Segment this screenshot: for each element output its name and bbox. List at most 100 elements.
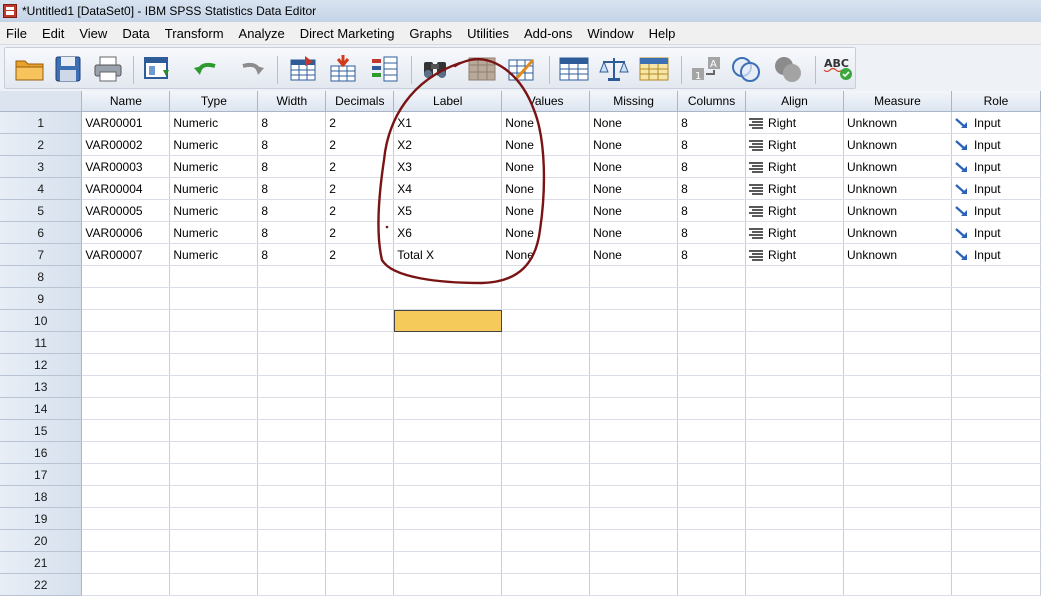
cell-name[interactable] — [81, 287, 171, 310]
cell-type[interactable] — [169, 507, 259, 530]
menu-window[interactable]: Window — [580, 26, 633, 41]
cell-name[interactable] — [81, 463, 171, 486]
column-header-values[interactable]: Values — [501, 91, 591, 112]
cell-measure[interactable] — [843, 573, 952, 596]
cell-align[interactable]: Right — [745, 177, 844, 200]
cell-name[interactable] — [81, 419, 171, 442]
menu-data[interactable]: Data — [115, 26, 149, 41]
cell-missing[interactable] — [589, 551, 679, 574]
cell-role[interactable] — [951, 265, 1041, 288]
cell-name[interactable] — [81, 375, 171, 398]
cell-name[interactable]: VAR00003 — [81, 155, 171, 178]
spss-app-icon[interactable] — [3, 4, 17, 18]
cell-missing[interactable] — [589, 573, 679, 596]
row-header[interactable]: 5 — [0, 199, 83, 222]
insert-cases-icon[interactable] — [465, 54, 499, 84]
redo-icon[interactable] — [233, 54, 267, 84]
cell-missing[interactable] — [589, 397, 679, 420]
cell-missing[interactable] — [589, 309, 679, 332]
cell-align[interactable]: Right — [745, 133, 844, 156]
cell-role[interactable] — [951, 287, 1041, 310]
column-header-missing[interactable]: Missing — [589, 91, 679, 112]
cell-type[interactable]: Numeric — [169, 133, 259, 156]
cell-align[interactable] — [745, 463, 844, 486]
cell-label[interactable] — [393, 287, 503, 310]
recall-dialog-icon[interactable] — [141, 54, 175, 84]
cell-align[interactable] — [745, 353, 844, 376]
open-folder-icon[interactable] — [13, 54, 47, 84]
cell-measure[interactable] — [843, 397, 952, 420]
cell-width[interactable] — [257, 463, 327, 486]
cell-width[interactable] — [257, 507, 327, 530]
menu-help[interactable]: Help — [642, 26, 676, 41]
cell-width[interactable] — [257, 265, 327, 288]
cell-role[interactable] — [951, 529, 1041, 552]
column-header-type[interactable]: Type — [169, 91, 259, 112]
cell-type[interactable] — [169, 375, 259, 398]
cell-width[interactable] — [257, 419, 327, 442]
cell-width[interactable]: 8 — [257, 111, 327, 134]
cell-name[interactable]: VAR00007 — [81, 243, 171, 266]
cell-align[interactable]: Right — [745, 199, 844, 222]
row-header[interactable]: 13 — [0, 375, 83, 398]
cell-label[interactable] — [393, 419, 503, 442]
cell-align[interactable] — [745, 551, 844, 574]
cell-missing[interactable]: None — [589, 155, 679, 178]
cell-role[interactable] — [951, 397, 1041, 420]
cell-align[interactable] — [745, 309, 844, 332]
cell-missing[interactable]: None — [589, 111, 679, 134]
cell-name[interactable] — [81, 573, 171, 596]
cell-type[interactable] — [169, 309, 259, 332]
row-header[interactable]: 3 — [0, 155, 83, 178]
menu-transform[interactable]: Transform — [158, 26, 224, 41]
spell-check-icon[interactable]: ABC — [821, 54, 855, 84]
cell-align[interactable]: Right — [745, 243, 844, 266]
cell-align[interactable] — [745, 265, 844, 288]
cell-measure[interactable]: Unknown — [843, 155, 952, 178]
cell-columns[interactable] — [677, 507, 747, 530]
cell-label[interactable] — [393, 463, 503, 486]
cell-values[interactable] — [501, 353, 591, 376]
cell-columns[interactable] — [677, 375, 747, 398]
cell-role[interactable] — [951, 485, 1041, 508]
undo-icon[interactable] — [191, 54, 225, 84]
cell-missing[interactable] — [589, 375, 679, 398]
cell-columns[interactable] — [677, 441, 747, 464]
cell-label[interactable]: X3 — [393, 155, 503, 178]
cell-label[interactable] — [393, 551, 503, 574]
cell-decimals[interactable]: 2 — [325, 155, 395, 178]
cell-type[interactable] — [169, 551, 259, 574]
cell-name[interactable]: VAR00001 — [81, 111, 171, 134]
find-icon[interactable] — [419, 54, 453, 84]
cell-measure[interactable]: Unknown — [843, 133, 952, 156]
cell-columns[interactable]: 8 — [677, 133, 747, 156]
cell-type[interactable] — [169, 265, 259, 288]
go-to-variable-icon[interactable] — [327, 54, 361, 84]
cell-columns[interactable] — [677, 353, 747, 376]
cell-type[interactable]: Numeric — [169, 199, 259, 222]
cell-decimals[interactable] — [325, 463, 395, 486]
column-header-role[interactable]: Role — [951, 91, 1041, 112]
cell-name[interactable] — [81, 309, 171, 332]
cell-columns[interactable] — [677, 265, 747, 288]
cell-label[interactable] — [393, 375, 503, 398]
row-header[interactable]: 14 — [0, 397, 83, 420]
cell-role[interactable]: Input — [951, 155, 1041, 178]
cell-width[interactable] — [257, 397, 327, 420]
menu-utilities[interactable]: Utilities — [460, 26, 509, 41]
menu-edit[interactable]: Edit — [35, 26, 64, 41]
cell-role[interactable]: Input — [951, 243, 1041, 266]
menu-file[interactable]: File — [0, 26, 27, 41]
row-header[interactable]: 8 — [0, 265, 83, 288]
row-header[interactable]: 6 — [0, 221, 83, 244]
cell-measure[interactable] — [843, 485, 952, 508]
cell-decimals[interactable] — [325, 309, 395, 332]
cell-missing[interactable]: None — [589, 133, 679, 156]
go-to-case-icon[interactable] — [287, 54, 321, 84]
cell-decimals[interactable] — [325, 331, 395, 354]
cell-type[interactable]: Numeric — [169, 221, 259, 244]
cell-name[interactable] — [81, 441, 171, 464]
cell-role[interactable]: Input — [951, 111, 1041, 134]
cell-type[interactable]: Numeric — [169, 155, 259, 178]
cell-label[interactable]: X4 — [393, 177, 503, 200]
